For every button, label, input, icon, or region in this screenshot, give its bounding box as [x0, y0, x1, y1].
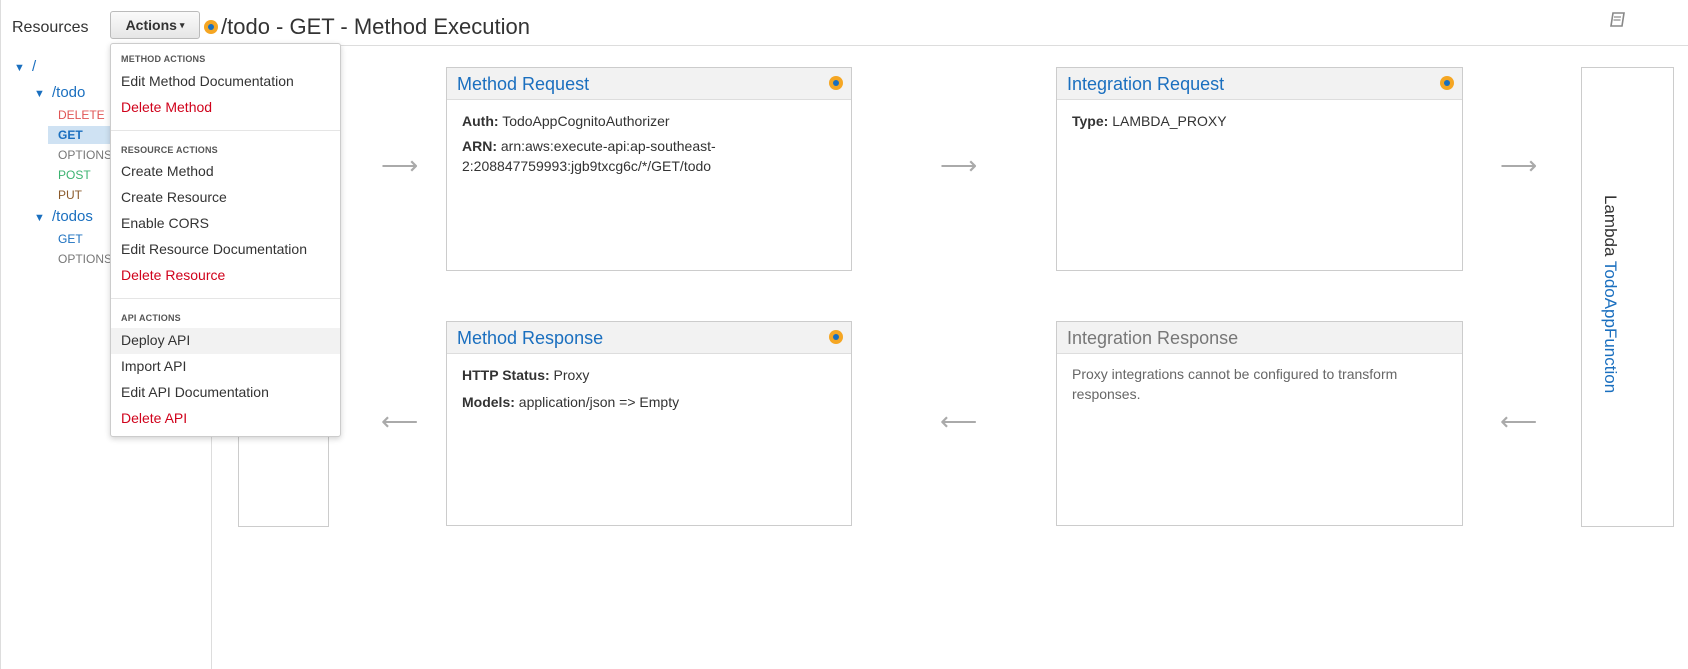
- integration-request-header: Integration Request: [1057, 68, 1462, 100]
- http-status-value: Proxy: [553, 367, 590, 383]
- chevron-down-icon[interactable]: ▼: [34, 212, 45, 224]
- resources-label: Resources: [12, 19, 89, 36]
- chevron-down-icon[interactable]: ▼: [14, 62, 25, 74]
- status-badge-icon: [829, 330, 843, 344]
- arrow-right-icon: ⟶: [940, 150, 978, 180]
- method-response-box: Method Response HTTP Status: Proxy Model…: [446, 321, 852, 526]
- menu-divider: [111, 298, 340, 299]
- models-field: Models: application/json => Empty: [462, 392, 679, 412]
- method-request-title[interactable]: Method Request: [457, 74, 589, 95]
- lambda-box: [1581, 67, 1674, 527]
- status-badge-icon: [1440, 76, 1454, 90]
- method-actions-header: METHOD ACTIONS: [121, 54, 206, 64]
- menu-item-edit-resource-documentation[interactable]: Edit Resource Documentation: [121, 241, 307, 257]
- tree-method-put[interactable]: PUT: [58, 188, 82, 202]
- arrow-left-icon: ⟵: [940, 406, 978, 436]
- api-actions-header: API ACTIONS: [121, 313, 181, 323]
- auth-label: Auth:: [462, 113, 499, 129]
- arrow-right-icon: ⟶: [381, 150, 419, 180]
- lambda-label: Lambda TodoAppFunction: [1600, 195, 1620, 393]
- integration-response-note: Proxy integrations cannot be configured …: [1072, 364, 1397, 404]
- auth-value: TodoAppCognitoAuthorizer: [502, 113, 670, 129]
- menu-item-create-resource[interactable]: Create Resource: [121, 189, 227, 205]
- actions-button-label: Actions: [125, 17, 177, 33]
- arn-field: ARN: arn:aws:execute-api:ap-southeast- 2…: [462, 136, 716, 176]
- tree-resource-todo[interactable]: /todo: [52, 84, 85, 101]
- page-title: /todo - GET - Method Execution: [221, 14, 530, 39]
- menu-item-delete-resource[interactable]: Delete Resource: [121, 267, 225, 283]
- type-field: Type: LAMBDA_PROXY: [1072, 111, 1227, 131]
- arrow-left-icon: ⟵: [1500, 406, 1538, 436]
- menu-item-enable-cors[interactable]: Enable CORS: [121, 215, 209, 231]
- arrow-right-icon: ⟶: [1500, 150, 1538, 180]
- integration-request-box: Integration Request Type: LAMBDA_PROXY: [1056, 67, 1463, 271]
- note-line1: Proxy integrations cannot be configured …: [1072, 366, 1398, 382]
- tree-resource-root[interactable]: /: [32, 58, 36, 75]
- auth-field: Auth: TodoAppCognitoAuthorizer: [462, 111, 670, 131]
- actions-button[interactable]: Actions ▾: [110, 11, 200, 39]
- method-status-icon: [204, 20, 218, 34]
- tree-method-options[interactable]: OPTIONS: [58, 252, 112, 266]
- tree-method-delete[interactable]: DELETE: [58, 108, 105, 122]
- caret-down-icon: ▾: [179, 19, 185, 30]
- tree-method-options[interactable]: OPTIONS: [58, 148, 112, 162]
- type-value: LAMBDA_PROXY: [1112, 113, 1227, 129]
- integration-response-box: Integration Response Proxy integrations …: [1056, 321, 1463, 526]
- method-response-header: Method Response: [447, 322, 851, 354]
- tree-resource-todos[interactable]: /todos: [52, 208, 93, 225]
- tree-method-get[interactable]: GET: [58, 232, 83, 246]
- method-response-title[interactable]: Method Response: [457, 328, 603, 349]
- header-divider: [212, 45, 1688, 46]
- integration-response-title: Integration Response: [1067, 328, 1239, 348]
- http-status-label: HTTP Status:: [462, 367, 550, 383]
- note-line2: responses.: [1072, 386, 1141, 402]
- lambda-function-link[interactable]: TodoAppFunction: [1601, 261, 1620, 393]
- tree-method-get-selected[interactable]: GET: [58, 128, 83, 142]
- tree-method-post[interactable]: POST: [58, 168, 91, 182]
- sidebar-border: [0, 0, 1, 669]
- arrow-left-icon: ⟵: [381, 406, 419, 436]
- arn-value-line2: 2:208847759993:jgb9txcg6c/*/GET/todo: [462, 158, 712, 174]
- method-request-header: Method Request: [447, 68, 851, 100]
- menu-item-delete-api[interactable]: Delete API: [121, 410, 187, 426]
- menu-item-import-api[interactable]: Import API: [121, 358, 186, 374]
- menu-item-edit-method-documentation[interactable]: Edit Method Documentation: [121, 73, 294, 89]
- models-value: application/json => Empty: [518, 394, 680, 410]
- chevron-down-icon[interactable]: ▼: [34, 88, 45, 100]
- book-icon[interactable]: [1609, 11, 1627, 29]
- menu-item-delete-method[interactable]: Delete Method: [121, 99, 212, 115]
- actions-dropdown-menu: METHOD ACTIONS Edit Method Documentation…: [110, 43, 341, 437]
- arn-value-line1: arn:aws:execute-api:ap-southeast-: [500, 138, 716, 154]
- type-label: Type:: [1072, 113, 1109, 129]
- resource-actions-header: RESOURCE ACTIONS: [121, 145, 218, 155]
- menu-divider: [111, 130, 340, 131]
- method-request-box: Method Request Auth: TodoAppCognitoAutho…: [446, 67, 852, 271]
- arn-label: ARN:: [462, 138, 497, 154]
- integration-request-title[interactable]: Integration Request: [1067, 74, 1224, 95]
- menu-item-deploy-api[interactable]: Deploy API: [121, 332, 190, 348]
- status-badge-icon: [829, 76, 843, 90]
- menu-item-edit-api-documentation[interactable]: Edit API Documentation: [121, 384, 269, 400]
- models-label: Models:: [462, 394, 515, 410]
- lambda-prefix: Lambda: [1601, 195, 1620, 257]
- http-status-field: HTTP Status: Proxy: [462, 365, 589, 385]
- integration-response-header: Integration Response: [1057, 322, 1462, 354]
- menu-item-create-method[interactable]: Create Method: [121, 163, 214, 179]
